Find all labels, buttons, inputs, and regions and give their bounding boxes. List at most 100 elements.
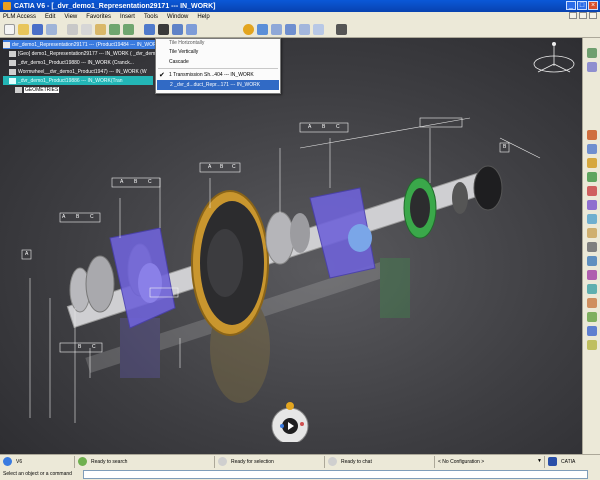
datum-label-b: B [134, 179, 138, 185]
tree-item[interactable]: Wormwheel__dvr_demo1_Product1947) --- IN… [3, 67, 163, 76]
swap-space-icon[interactable] [313, 23, 324, 35]
tree-root-label: dvr_demo1_Representation29171 --- [12, 41, 94, 48]
catalog-icon[interactable] [587, 284, 597, 294]
pan-icon[interactable] [172, 23, 183, 35]
menu-insert[interactable]: Insert [120, 14, 135, 20]
menu-window[interactable]: Window [167, 14, 188, 20]
rotate-icon[interactable] [186, 23, 197, 35]
datum-label-b: B [76, 214, 80, 220]
menu-plm-access[interactable]: PLM Access [3, 14, 36, 20]
constraint-icon[interactable] [587, 130, 597, 140]
tree-item-selected[interactable]: _dvr_demo1_Product19886 --- IN_WORK(Tran [3, 76, 153, 85]
compass-icon[interactable] [528, 40, 580, 80]
view-mode-icon[interactable] [257, 23, 268, 35]
fly-mode-icon[interactable] [144, 23, 155, 35]
close-button[interactable]: × [588, 1, 598, 10]
geometry-icon [9, 50, 16, 57]
cut-icon[interactable] [67, 23, 78, 35]
datum-label-a: A [308, 124, 312, 130]
publish-icon[interactable] [587, 298, 597, 308]
product-icon [9, 68, 16, 75]
menu-item-tile-horizontally[interactable]: Tile Horizontally [156, 39, 280, 47]
tree-item-label: Wormwheel__dvr_demo1_Product1947) --- IN… [18, 68, 147, 75]
datum-label-a: A [120, 179, 124, 185]
clash-icon[interactable] [587, 186, 597, 196]
explode-icon[interactable] [587, 172, 597, 182]
save-icon[interactable] [32, 23, 43, 35]
selection-status[interactable]: Ready for selection [215, 455, 325, 468]
datum-label-a: A [62, 214, 66, 220]
maximize-button[interactable]: □ [577, 1, 587, 10]
menu-favorites[interactable]: Favorites [86, 14, 111, 20]
catia-app-icon[interactable] [3, 2, 11, 10]
snap-icon[interactable] [587, 158, 597, 168]
mdi-minimize-button[interactable] [569, 12, 577, 19]
open-icon[interactable] [18, 23, 29, 35]
navigation-compass-widget[interactable] [262, 400, 318, 442]
datum-label-a: A [25, 251, 29, 257]
review-icon[interactable] [587, 312, 597, 322]
menu-item-cascade[interactable]: Cascade [156, 57, 280, 67]
status-bar: V6 Ready to search Ready for selection R… [0, 454, 600, 468]
camera-icon[interactable] [336, 23, 347, 35]
select-icon[interactable] [587, 48, 597, 58]
datum-label-c: C [148, 179, 152, 185]
mdi-controls [569, 12, 597, 19]
menu-edit[interactable]: Edit [45, 14, 55, 20]
chat-status[interactable]: Ready to chat [325, 455, 435, 468]
view-icon[interactable] [587, 256, 597, 266]
ds-logo-icon [548, 457, 557, 466]
chat-status-label: Ready to chat [341, 458, 372, 465]
new-icon[interactable] [4, 23, 15, 35]
datum-label-b: B [503, 144, 507, 150]
normal-view-icon[interactable] [271, 23, 282, 35]
chevron-down-icon: ▼ [537, 457, 542, 464]
tree-item-label: [Geo] demo1_Representation29177 --- IN_W… [18, 50, 156, 57]
redo-icon[interactable] [123, 23, 134, 35]
command-input[interactable] [83, 469, 588, 479]
menu-help[interactable]: Help [197, 14, 209, 20]
menu-view[interactable]: View [64, 14, 77, 20]
paste-icon[interactable] [95, 23, 106, 35]
annotation-icon[interactable] [587, 228, 597, 238]
mdi-restore-button[interactable] [579, 12, 587, 19]
copy-icon[interactable] [81, 23, 92, 35]
standard-toolbar [0, 21, 600, 38]
search-status[interactable]: Ready to search [75, 455, 215, 468]
undo-icon[interactable] [109, 23, 120, 35]
menu-item-window-2[interactable]: 2 _dvr_d...duct_Repr...171 --- IN_WORK [157, 80, 279, 90]
menu-tools[interactable]: Tools [144, 14, 158, 20]
window-menu-dropdown: Tile Horizontally Tile Vertically Cascad… [155, 38, 281, 94]
knowledge-icon[interactable] [587, 340, 597, 350]
3d-viewport[interactable]: A B C A B C A B C A B C B A B C [0, 38, 582, 454]
datum-label-a: A [208, 164, 212, 170]
measure-icon[interactable] [587, 214, 597, 224]
print-icon[interactable] [46, 23, 57, 35]
multi-view-icon[interactable] [285, 23, 296, 35]
menu-item-window-1[interactable]: ✔ 1 Transmission Sh...404 --- IN_WORK [156, 70, 280, 80]
minimize-button[interactable]: _ [566, 1, 576, 10]
app-switcher[interactable]: V6 [0, 455, 75, 468]
render-icon[interactable] [587, 242, 597, 252]
search-status-label: Ready to search [91, 458, 128, 465]
manipulate-icon[interactable] [587, 144, 597, 154]
tree-item[interactable]: [Geo] demo1_Representation29177 --- IN_W… [3, 49, 163, 58]
tree-root[interactable]: dvr_demo1_Representation29171 --- (Produ… [3, 40, 163, 49]
hide-show-icon[interactable] [299, 23, 310, 35]
datum-label-c: C [336, 124, 340, 130]
mdi-close-button[interactable] [589, 12, 597, 19]
menu-item-label: 1 Transmission Sh...404 --- IN_WORK [169, 72, 254, 78]
tree-item[interactable]: GEOMETRIES [3, 85, 163, 94]
configuration-label: < No Configuration > [438, 458, 485, 465]
section-icon[interactable] [587, 200, 597, 210]
configuration-select[interactable]: < No Configuration > ▼ [435, 455, 545, 468]
app-label: V6 [16, 458, 23, 465]
simulation-icon[interactable] [587, 326, 597, 336]
menu-item-tile-vertically[interactable]: Tile Vertically [156, 47, 280, 57]
light-icon[interactable] [243, 23, 254, 35]
fit-all-icon[interactable] [158, 23, 169, 35]
tree-item[interactable]: _dvr_demo1_Product19880 --- IN_WORK (Cra… [3, 58, 163, 67]
product-structure-icon[interactable] [587, 62, 597, 72]
tree-root-suffix: (Product19484 --- IN_WORK [96, 41, 160, 48]
material-icon[interactable] [587, 270, 597, 280]
